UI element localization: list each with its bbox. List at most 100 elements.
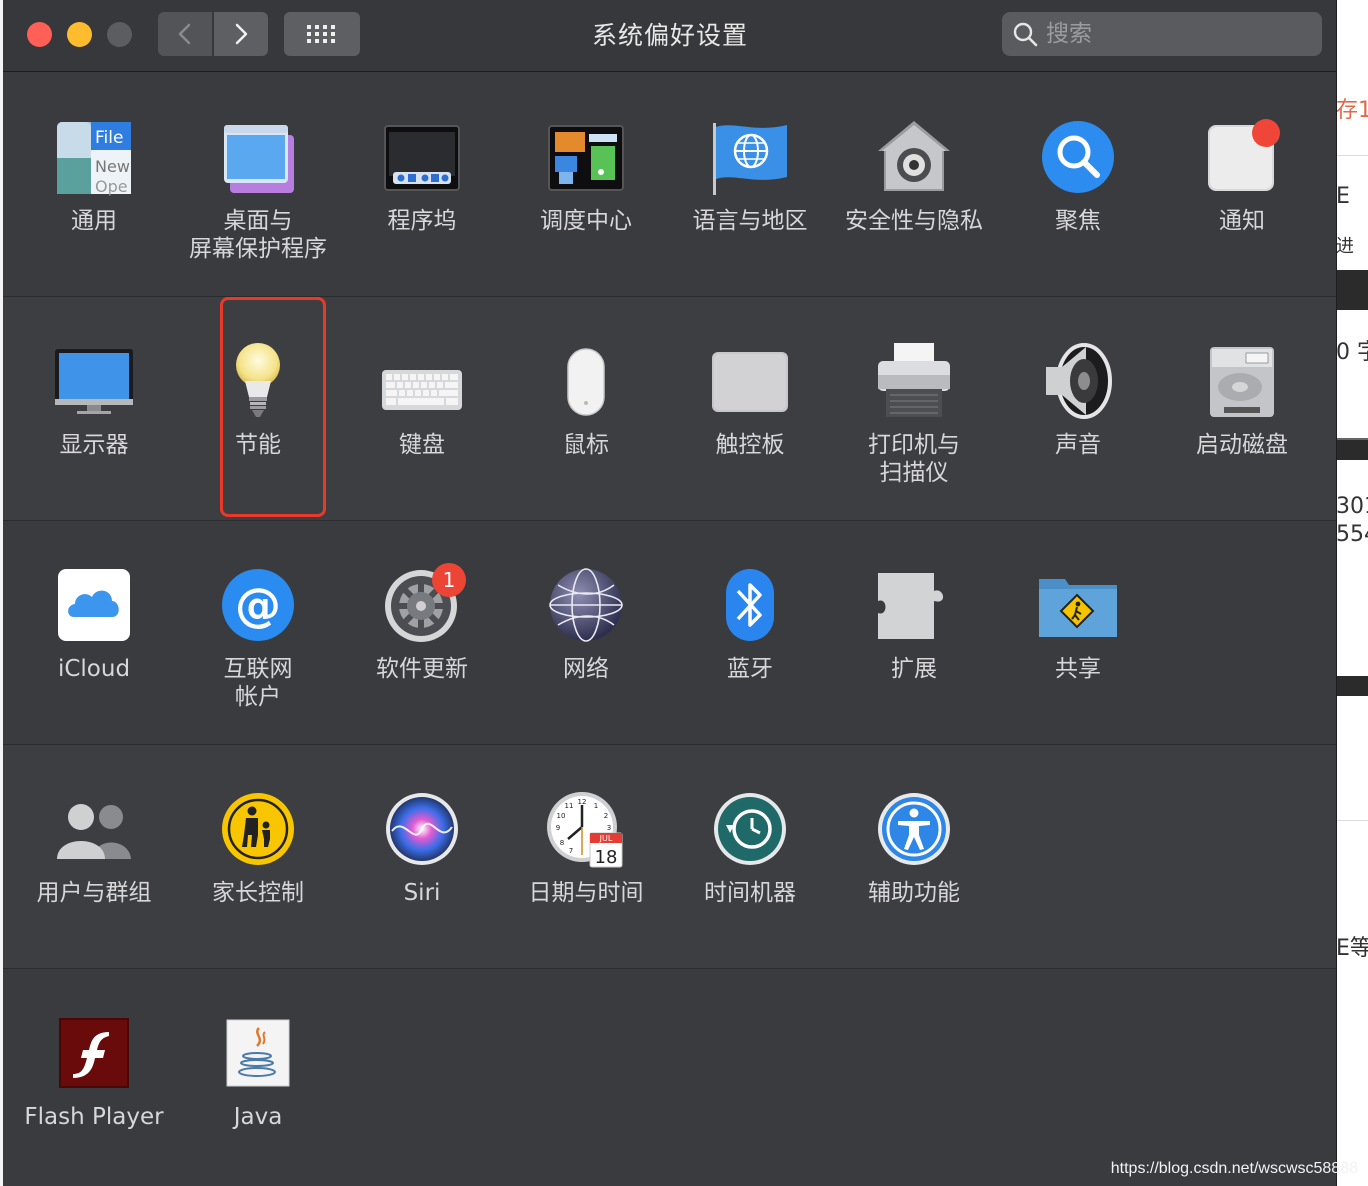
pref-label: 声音 [1055,432,1101,458]
svg-text:3: 3 [607,824,611,832]
pref-label: 键盘 [399,432,445,458]
chevron-left-icon [178,23,191,45]
pref-label: 安全性与隐私 [845,208,983,234]
pref-time-machine[interactable]: 时间机器 [668,787,832,907]
pref-label: 扩展 [891,656,937,682]
pref-sound[interactable]: 声音 [996,339,1160,459]
search-field[interactable] [1002,12,1322,56]
search-icon [1013,22,1038,47]
pref-general[interactable]: File New Ope 通用 [12,115,176,235]
pref-label: 打印机与 扫描仪 [868,432,960,486]
search-input[interactable] [1046,21,1296,47]
speaker-icon [1036,339,1120,423]
pref-label: Siri [403,880,441,906]
time-machine-icon [708,787,792,871]
pref-date-time[interactable]: 12 1 2 3 9 10 11 8 7 JUL 18 日期与时间 [504,787,668,907]
pref-spotlight[interactable]: 聚焦 [996,115,1160,235]
pref-label: 辅助功能 [868,880,960,906]
hard-disk-icon [1200,339,1284,423]
background-text: 进 [1336,236,1354,257]
trackpad-icon [708,339,792,423]
zoom-button[interactable] [107,22,132,47]
background-text: 存1 [1336,98,1368,123]
parental-controls-icon [216,787,300,871]
minimize-button[interactable] [67,22,92,47]
globe-icon [544,563,628,647]
users-icon [52,787,136,871]
pref-security[interactable]: 安全性与隐私 [832,115,996,235]
pref-dock[interactable]: 程序坞 [340,115,504,235]
pref-label: 蓝牙 [727,656,773,682]
general-icon: File New Ope [52,115,136,199]
pref-displays[interactable]: 显示器 [12,339,176,459]
svg-text:18: 18 [595,847,618,868]
pref-label: Flash Player [24,1104,164,1130]
pref-label: 网络 [563,656,609,682]
pref-label: Java [233,1104,283,1130]
svg-text:1: 1 [594,802,598,810]
pref-internet-accounts[interactable]: @ 互联网 帐户 [176,563,340,711]
pref-users[interactable]: 用户与群组 [12,787,176,907]
clock-calendar-icon: 12 1 2 3 9 10 11 8 7 JUL 18 [544,787,628,871]
svg-text:File: File [95,128,123,148]
pref-siri[interactable]: Siri [340,787,504,907]
svg-text:Ope: Ope [95,177,128,196]
pref-keyboard[interactable]: 键盘 [340,339,504,459]
svg-text:JUL: JUL [599,834,613,843]
show-all-button[interactable] [284,12,360,56]
pref-startup-disk[interactable]: 启动磁盘 [1160,339,1324,459]
back-button[interactable] [158,12,212,56]
desktop-icon [216,115,300,199]
at-sign-icon: @ [216,563,300,647]
background-text: E等 [1336,936,1368,961]
gear-icon: 1 [380,563,466,647]
background-text: 554 [1336,522,1368,547]
pref-label: 程序坞 [387,208,457,234]
pref-label: 启动磁盘 [1196,432,1288,458]
pref-label: 家长控制 [212,880,304,906]
forward-button[interactable] [214,12,268,56]
pref-extensions[interactable]: 扩展 [832,563,996,683]
pref-software-update[interactable]: 1 软件更新 [340,563,504,683]
pref-trackpad[interactable]: 触控板 [668,339,832,459]
pref-printers[interactable]: 打印机与 扫描仪 [832,339,996,487]
system-preferences-window: 系统偏好设置 File New Ope 通用 [3,0,1337,1186]
pref-bluetooth[interactable]: 蓝牙 [668,563,832,683]
pref-label: 通用 [71,208,117,234]
pref-mission-control[interactable]: 调度中心 [504,115,668,235]
siri-icon [380,787,464,871]
pref-label: 显示器 [59,432,129,458]
background-page: 存1 E 进 0 字 301 554 E等 [1336,0,1368,1186]
mouse-icon [544,339,628,423]
accessibility-icon [872,787,956,871]
pref-label: iCloud [57,656,131,682]
language-flag-icon [708,115,792,199]
sharing-folder-icon [1036,563,1120,647]
notifications-icon [1200,115,1284,199]
svg-text:2: 2 [604,812,608,820]
pref-notifications[interactable]: 通知 [1160,115,1324,235]
chevron-right-icon [235,23,248,45]
pref-desktop[interactable]: 桌面与 屏幕保护程序 [176,115,340,263]
title-bar: 系统偏好设置 [3,0,1336,72]
pref-label: 共享 [1055,656,1101,682]
pref-flash[interactable]: Flash Player [12,1011,176,1131]
pref-java[interactable]: Java [176,1011,340,1131]
pref-network[interactable]: 网络 [504,563,668,683]
background-text: E [1336,184,1350,209]
pref-label: 软件更新 [376,656,468,682]
pref-accessibility[interactable]: 辅助功能 [832,787,996,907]
pref-label: 语言与地区 [692,208,808,234]
pref-parental[interactable]: 家长控制 [176,787,340,907]
pref-mouse[interactable]: 鼠标 [504,339,668,459]
svg-text:@: @ [235,578,281,632]
pref-sharing[interactable]: 共享 [996,563,1160,683]
bluetooth-icon [708,563,792,647]
pref-energy[interactable]: 节能 [176,339,340,459]
pref-language[interactable]: 语言与地区 [668,115,832,235]
update-badge: 1 [432,563,466,597]
svg-text:9: 9 [556,824,560,832]
pref-icloud[interactable]: iCloud [12,563,176,683]
spotlight-icon [1036,115,1120,199]
close-button[interactable] [27,22,52,47]
